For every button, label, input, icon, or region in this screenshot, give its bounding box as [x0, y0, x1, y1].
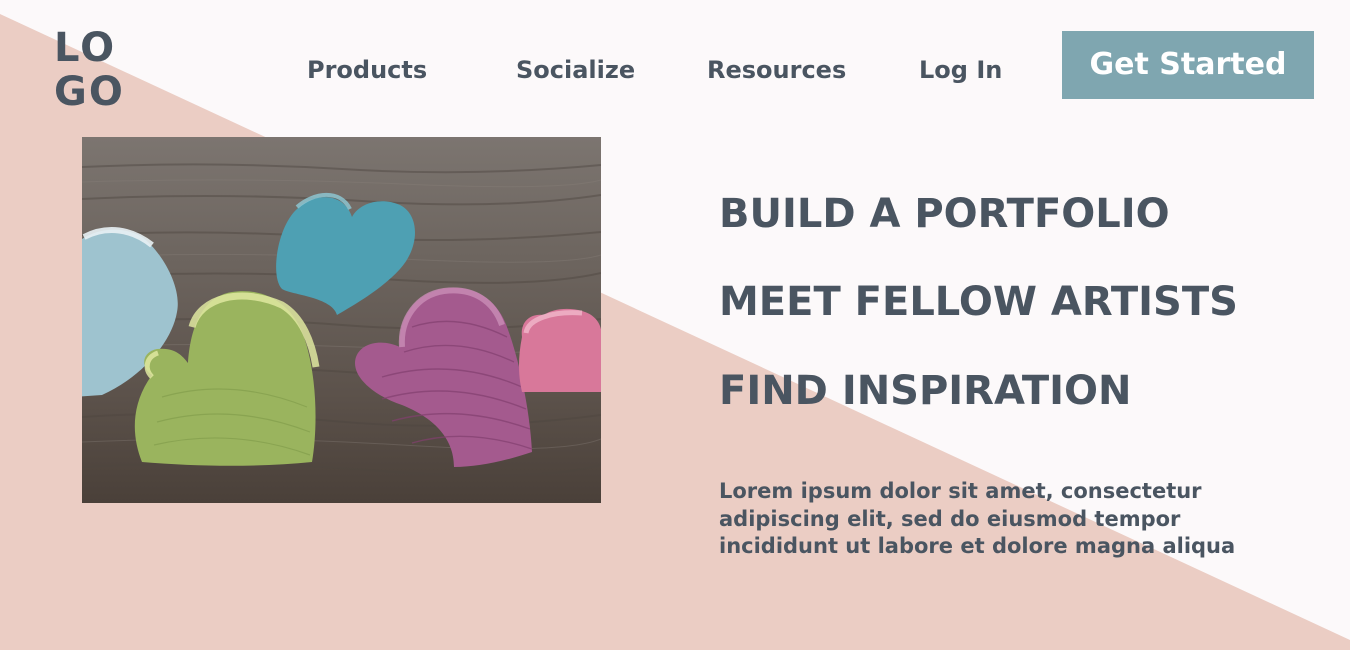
headline-portfolio: BUILD A PORTFOLIO: [719, 191, 1170, 237]
hero-image: [82, 137, 601, 503]
headline-inspiration: FIND INSPIRATION: [719, 368, 1132, 414]
get-started-button[interactable]: Get Started: [1062, 31, 1314, 99]
nav-item-resources[interactable]: Resources: [707, 52, 846, 88]
hero-description: Lorem ipsum dolor sit amet, consectetur …: [719, 479, 1236, 558]
headline-artists: MEET FELLOW ARTISTS: [719, 279, 1238, 325]
nav-item-login[interactable]: Log In: [919, 52, 1002, 88]
nav-item-socialize[interactable]: Socialize: [516, 52, 635, 88]
nav-item-products[interactable]: Products: [307, 52, 427, 88]
logo[interactable]: LO GO: [54, 26, 125, 114]
